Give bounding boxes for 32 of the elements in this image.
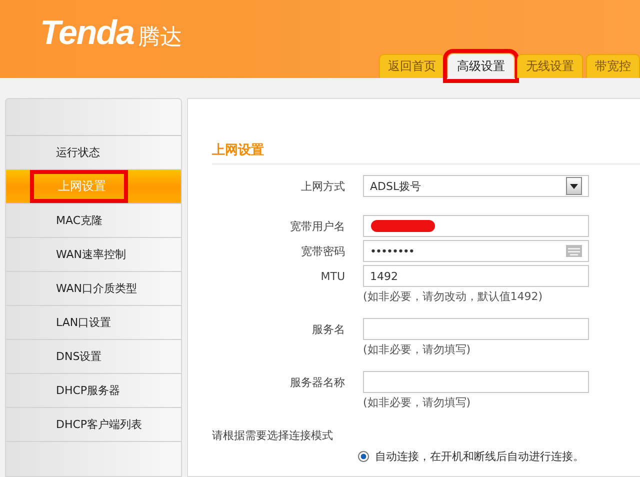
input-field[interactable] xyxy=(363,318,589,340)
mode-prompt: 请根据需要选择连接模式 xyxy=(212,428,334,443)
sidebar-item[interactable]: WAN速率控制 xyxy=(6,238,181,272)
brand-name: 腾达 xyxy=(138,24,182,52)
section-title: 上网设置 xyxy=(212,142,265,159)
brand-logo: Tenda xyxy=(40,14,134,53)
input-field[interactable] xyxy=(363,371,589,393)
field-label: 宽带用户名 xyxy=(289,218,345,234)
sidebar-item[interactable]: DHCP客户端列表 xyxy=(6,408,181,442)
field-label: MTU xyxy=(320,270,345,282)
nav-tab[interactable]: 无线设置 xyxy=(517,54,583,78)
field-label: 宽带密码 xyxy=(300,244,345,258)
hint-text: (如非必要，请勿填写) xyxy=(363,395,472,410)
radio-label: 自动连接，在开机和断线后自动进行连接。 xyxy=(375,449,584,464)
sidebar-item[interactable]: WAN口介质类型 xyxy=(6,272,181,306)
radio-button[interactable] xyxy=(358,451,369,462)
input-field[interactable]: 1492 xyxy=(363,265,589,287)
sidebar-item[interactable]: MAC克隆 xyxy=(6,204,181,238)
sidebar-item[interactable]: DNS设置 xyxy=(6,340,181,374)
hint-text: (如非必要，请勿填写) xyxy=(363,342,472,357)
select-field[interactable]: ADSL拨号 xyxy=(363,175,589,197)
sidebar-item[interactable]: LAN口设置 xyxy=(6,306,181,340)
field-label: 服务名 xyxy=(311,322,345,336)
field-label: 上网方式 xyxy=(300,178,345,194)
field-label: 服务器名称 xyxy=(289,374,345,390)
redaction-mark xyxy=(370,218,436,234)
sidebar-item[interactable]: DHCP服务器 xyxy=(6,374,181,408)
nav-tab[interactable]: 返回首页 xyxy=(379,54,445,78)
hint-text: (如非必要，请勿改动，默认值1492) xyxy=(363,289,544,304)
password-field[interactable]: •••••••• xyxy=(363,240,589,262)
input-field[interactable] xyxy=(363,215,589,237)
nav-tab[interactable]: 带宽控 xyxy=(586,54,640,78)
